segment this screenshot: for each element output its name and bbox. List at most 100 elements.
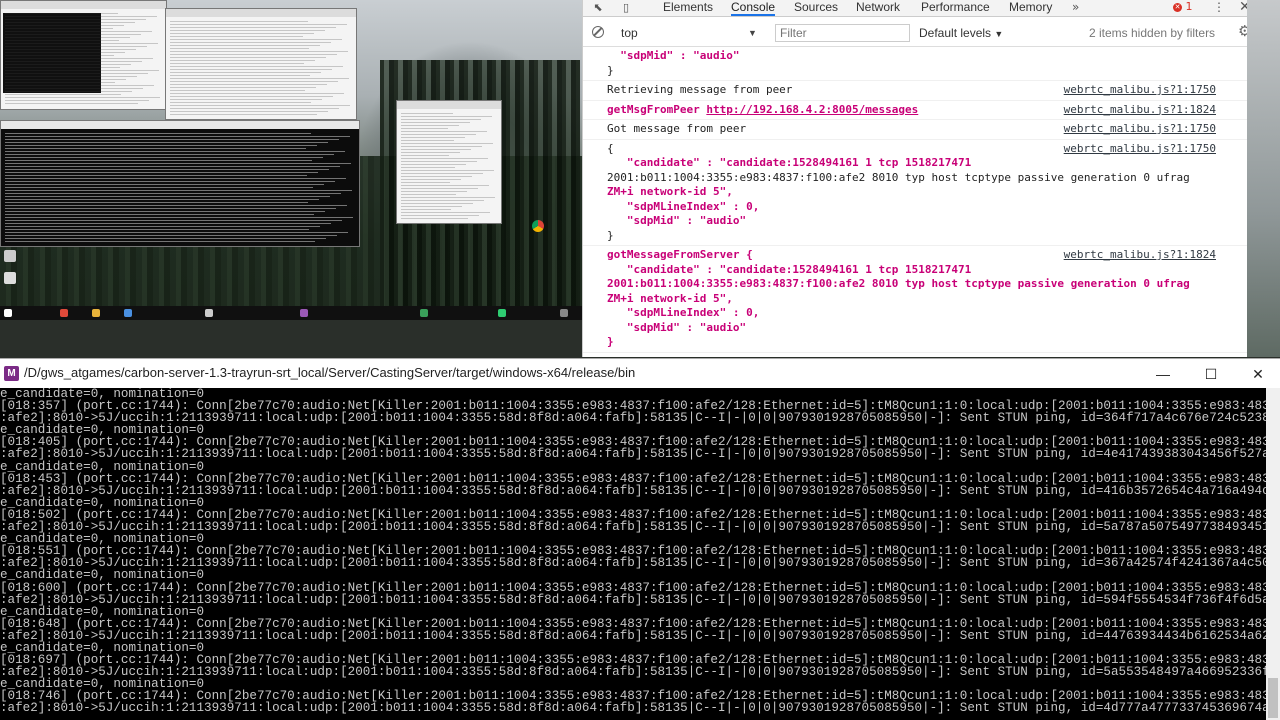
thumb-text-line <box>5 187 313 188</box>
thumb-text-line <box>401 206 462 207</box>
tab-elements[interactable]: Elements <box>663 0 713 16</box>
thumb-text-line <box>5 73 148 74</box>
log-levels-dropdown[interactable]: Default levels ▼ <box>919 24 1003 43</box>
taskbar-app-icon[interactable] <box>300 309 308 317</box>
thumb-text-line <box>5 40 119 41</box>
console-message: webrtc_malibu.js?1:1824 getMsgFromPeer ht… <box>583 101 1248 120</box>
source-link[interactable]: webrtc_malibu.js?1:1750 <box>1064 355 1216 358</box>
chrome-desktop-icon[interactable] <box>532 220 544 232</box>
thumb-text-line <box>170 45 320 46</box>
scrollbar-thumb[interactable] <box>1268 678 1278 718</box>
console-object[interactable]: { "candidate" : "candidate:1528494161 1 … <box>607 142 1248 244</box>
hidden-items-count: 2 items hidden by filters <box>1089 26 1216 40</box>
error-icon: ✕ <box>1173 2 1182 12</box>
thumb-text-line <box>170 42 331 43</box>
thumb-text-line <box>170 30 325 31</box>
desktop-shortcut-icon[interactable] <box>4 272 16 284</box>
error-count-badge[interactable]: ✕ 1 <box>1173 0 1193 14</box>
thumb-text-line <box>5 148 306 149</box>
taskbar-app-icon[interactable] <box>92 309 100 317</box>
tab-performance[interactable]: Performance <box>921 0 990 16</box>
tab-memory[interactable]: Memory <box>1009 0 1052 16</box>
thumb-window-browser <box>165 8 357 120</box>
console-message: "sdpMid" : "audio" } <box>583 47 1248 81</box>
taskbar-app-icon[interactable] <box>420 309 428 317</box>
mintty-icon[interactable]: M <box>4 366 19 381</box>
console-messages: "sdpMid" : "audio" } webrtc_malibu.js?1:1… <box>583 47 1248 357</box>
thumb-text-line <box>401 203 473 204</box>
thumb-text-line <box>401 122 470 123</box>
thumb-text-line <box>5 94 121 95</box>
tab-network[interactable]: Network <box>856 0 900 16</box>
inspect-element-icon[interactable]: ⬉ <box>591 1 605 15</box>
thumb-text-line <box>5 76 137 77</box>
taskbar-app-icon[interactable] <box>498 309 506 317</box>
more-tabs-button[interactable]: » <box>1072 0 1079 14</box>
terminal-titlebar[interactable]: M /D/gws_atgames/carbon-server-1.3-trayr… <box>0 358 1280 388</box>
thumb-text-line <box>5 220 342 221</box>
source-link[interactable]: webrtc_malibu.js?1:1824 <box>1064 248 1216 261</box>
tab-console[interactable]: Console <box>731 0 776 16</box>
thumb-text-line <box>170 84 327 85</box>
thumb-text-line <box>170 69 332 70</box>
thumb-text-line <box>170 57 326 58</box>
console-message: webrtc_malibu.js?1:1750 Got message from … <box>583 120 1248 140</box>
thumb-text-line <box>401 116 492 117</box>
maximize-button[interactable]: ☐ <box>1195 363 1227 385</box>
thumb-text-line <box>401 185 489 186</box>
tab-sources[interactable]: Sources <box>794 0 838 16</box>
thumb-text-line <box>401 152 460 153</box>
source-link[interactable]: webrtc_malibu.js?1:1824 <box>1064 103 1216 116</box>
thumb-text-line <box>401 134 476 135</box>
thumb-text-line <box>5 241 315 242</box>
thumb-text-line <box>5 28 113 29</box>
taskbar-app-icon[interactable] <box>205 309 213 317</box>
thumb-text-line <box>5 133 311 134</box>
thumb-text-line <box>170 102 311 103</box>
thumb-text-line <box>401 179 461 180</box>
background-strip <box>1247 0 1280 357</box>
thumb-text-line <box>401 161 477 162</box>
tray-icon[interactable] <box>560 309 568 317</box>
thumb-text-line <box>5 91 132 92</box>
close-button[interactable]: ✕ <box>1242 363 1274 385</box>
thumb-text-line <box>5 157 323 158</box>
thumb-text-line <box>401 197 495 198</box>
thumb-text-line <box>5 25 124 26</box>
thumb-text-line <box>401 215 479 216</box>
source-link[interactable]: webrtc_malibu.js?1:1750 <box>1064 122 1216 135</box>
thumb-text-line <box>5 16 157 17</box>
context-select[interactable]: top <box>621 24 761 42</box>
thumb-text-line <box>401 212 490 213</box>
console-object[interactable]: gotMessageFromServer { "candidate" : "ca… <box>607 248 1248 350</box>
start-icon[interactable] <box>4 309 12 317</box>
thumb-text-line <box>5 163 351 164</box>
terminal-title: /D/gws_atgames/carbon-server-1.3-trayrun… <box>24 365 636 380</box>
desktop-shortcut-icon[interactable] <box>4 250 16 262</box>
console-object[interactable]: "sdpMid" : "audio" } <box>607 49 1248 78</box>
thumb-text-line <box>5 13 118 14</box>
source-link[interactable]: webrtc_malibu.js?1:1750 <box>1064 142 1216 155</box>
taskbar-app-icon[interactable] <box>60 309 68 317</box>
clear-console-icon[interactable] <box>592 26 604 38</box>
url-link[interactable]: http://192.168.4.2:8005/messages <box>706 103 918 116</box>
thumb-text-line <box>401 146 482 147</box>
console-message: webrtc_malibu.js?1:1824 gotMessageFromSer… <box>583 246 1248 353</box>
chevron-down-icon[interactable]: ▼ <box>748 24 757 42</box>
minimize-button[interactable]: — <box>1147 363 1179 385</box>
filter-input[interactable] <box>775 24 910 42</box>
desktop-preview <box>0 0 582 320</box>
device-toolbar-icon[interactable]: ▯ <box>619 1 633 15</box>
taskbar-app-icon[interactable] <box>124 309 132 317</box>
thumb-window-dialog <box>396 100 502 224</box>
terminal-output[interactable]: e_candidate=0, nomination=0 [018:357] (p… <box>0 388 1266 720</box>
kebab-menu-icon[interactable]: ⋮ <box>1213 0 1225 14</box>
thumb-text-line <box>170 48 309 49</box>
console-toolbar: top ▼ Default levels ▼ 2 items hidden by… <box>583 22 1248 47</box>
source-link[interactable]: webrtc_malibu.js?1:1750 <box>1064 83 1216 96</box>
terminal-scrollbar[interactable] <box>1266 388 1280 720</box>
thumb-text-line <box>170 72 321 73</box>
thumb-text-line <box>5 226 320 227</box>
thumb-text-line <box>401 158 488 159</box>
thumb-text-line <box>5 196 330 197</box>
